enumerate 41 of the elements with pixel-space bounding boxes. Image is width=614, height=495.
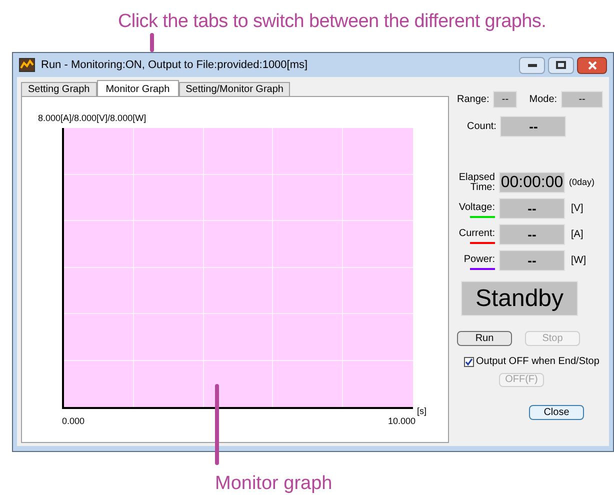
reading-display: -- <box>499 250 565 271</box>
tab[interactable]: Setting Graph <box>21 82 97 96</box>
leader-line <box>150 33 154 52</box>
action-button[interactable]: Run <box>457 331 512 346</box>
reading-label: Current: <box>458 226 495 240</box>
tab[interactable]: Monitor Graph <box>96 80 179 97</box>
reading-label: Power: <box>464 252 495 266</box>
checkbox-label: Output OFF when End/Stop <box>476 355 600 369</box>
close-window-button[interactable] <box>577 56 607 74</box>
count-label: Count: <box>467 120 496 134</box>
mode-label: Mode: <box>529 93 558 107</box>
window-title: Run - Monitoring:ON, Output to File:provided:1000[ms] <box>41 58 308 73</box>
axis-tick-label: 10.000 <box>388 415 416 428</box>
tab[interactable]: Setting/Monitor Graph <box>178 82 290 96</box>
minimize-button[interactable] <box>519 56 545 74</box>
close-button[interactable]: Close <box>529 405 584 420</box>
range-label: Range: <box>457 93 490 107</box>
app-icon <box>19 58 35 72</box>
close-icon <box>588 60 596 70</box>
reading-display: -- <box>499 224 565 245</box>
unit-label: [W] <box>571 254 586 268</box>
maximize-button[interactable] <box>548 56 574 74</box>
unit-label: [A] <box>571 228 584 242</box>
elapsed-time-label: Elapsed Time: <box>458 172 495 192</box>
status-display: Standby <box>461 281 578 316</box>
day-count: (0day) <box>569 176 595 189</box>
checkbox[interactable] <box>464 356 474 366</box>
axis-tick-label: 0.000 <box>62 415 85 428</box>
count-display: -- <box>500 116 566 137</box>
minimize-icon <box>528 64 536 66</box>
axis-label: 8.000[A]/8.000[V]/8.000[W] <box>38 112 146 125</box>
reading-label: Voltage: <box>458 200 495 214</box>
range-display: -- <box>493 91 518 108</box>
callout-text: Click the tabs to switch between the different graphs. <box>118 10 546 34</box>
maximize-icon <box>556 61 566 69</box>
mode-display: -- <box>561 91 604 108</box>
axis-unit: [s] <box>417 405 427 418</box>
callout-text: Monitor graph <box>215 472 332 495</box>
unit-label: [V] <box>571 202 584 216</box>
reading-display: -- <box>499 198 565 219</box>
elapsed-time-display: 00:00:00 <box>499 172 565 193</box>
